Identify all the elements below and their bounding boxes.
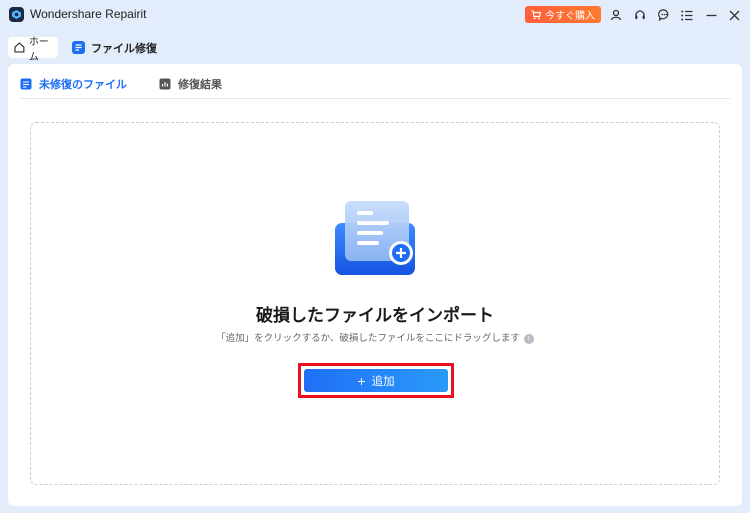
close-icon[interactable] <box>726 7 742 23</box>
unrepaired-file-icon <box>20 78 32 90</box>
file-repair-icon <box>72 41 85 54</box>
tab-repair-results-label: 修復結果 <box>178 78 222 91</box>
import-file-illustration-icon <box>331 193 421 283</box>
home-icon <box>14 42 25 53</box>
tab-unrepaired-files[interactable]: 未修復のファイル <box>20 76 127 92</box>
subtab-divider <box>20 98 730 99</box>
add-file-button[interactable]: + 追加 <box>304 369 448 392</box>
home-tab[interactable]: ホーム <box>8 37 58 63</box>
support-headset-icon[interactable] <box>632 7 648 23</box>
tab-unrepaired-files-label: 未修復のファイル <box>39 78 127 91</box>
app-title: Wondershare Repairit <box>30 7 147 21</box>
tab-repair-results[interactable]: 修復結果 <box>159 76 222 92</box>
subtab-bar: 未修復のファイル 修復結果 <box>20 74 222 94</box>
drop-zone-hint: 「追加」をクリックするか、破損したファイルをここにドラッグします! <box>31 330 719 344</box>
app-logo-icon <box>9 7 24 22</box>
menu-list-icon[interactable] <box>679 7 695 23</box>
file-repair-tab-label: ファイル修復 <box>91 41 157 55</box>
file-drop-zone[interactable]: 破損したファイルをインポート 「追加」をクリックするか、破損したファイルをここに… <box>30 122 720 485</box>
title-bar: Wondershare Repairit 今すぐ購入 <box>0 0 750 30</box>
plus-icon: + <box>357 372 366 389</box>
info-icon[interactable]: ! <box>523 333 534 344</box>
add-button-highlight: + 追加 <box>298 363 454 398</box>
drop-zone-title: 破損したファイルをインポート <box>256 306 494 326</box>
add-file-button-label: 追加 <box>371 375 395 388</box>
drop-zone-hint-text: 「追加」をクリックするか、破損したファイルをここにドラッグします <box>216 333 520 344</box>
account-icon[interactable] <box>608 7 624 23</box>
file-repair-tab[interactable]: ファイル修復 <box>72 39 157 56</box>
minimize-icon[interactable] <box>703 7 719 23</box>
feedback-chat-icon[interactable] <box>656 7 672 23</box>
home-tab-label: ホーム <box>28 36 49 63</box>
cart-icon <box>531 9 541 19</box>
buy-now-button[interactable]: 今すぐ購入 <box>525 6 601 23</box>
main-panel: 未修復のファイル 修復結果 破損したファイルをインポート 「追加」をクリックする… <box>8 64 742 506</box>
buy-now-label: 今すぐ購入 <box>545 11 595 22</box>
repair-results-icon <box>159 78 171 90</box>
